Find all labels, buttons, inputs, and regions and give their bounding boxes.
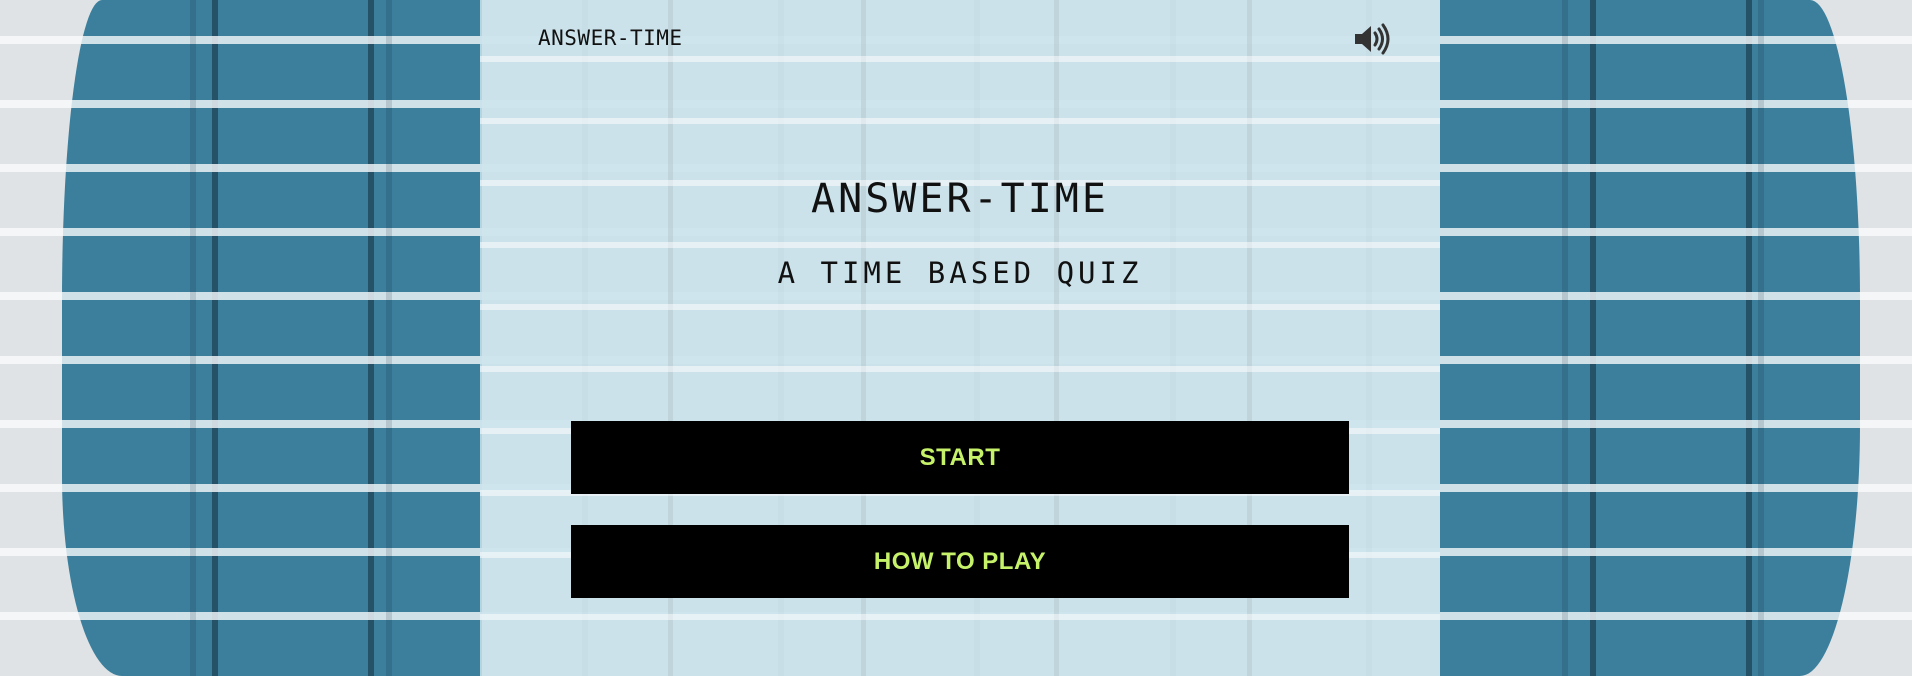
main-panel: ANSWER-TIME ANSWER-TIME A TIME BASED QUI… bbox=[480, 0, 1440, 676]
how-to-play-button[interactable]: HOW TO PLAY bbox=[571, 525, 1349, 598]
start-button[interactable]: START bbox=[571, 421, 1349, 494]
speaker-volume-icon[interactable] bbox=[1352, 22, 1392, 56]
page-subtitle: A TIME BASED QUIZ bbox=[777, 256, 1143, 290]
header-brand: ANSWER-TIME bbox=[538, 26, 683, 50]
page-title: ANSWER-TIME bbox=[811, 176, 1109, 222]
